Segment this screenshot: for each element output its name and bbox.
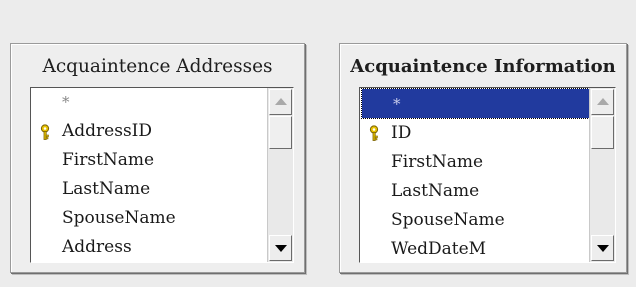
field-label: FirstName — [62, 150, 155, 170]
field-item-weddatem[interactable]: WedDateM — [360, 234, 589, 262]
field-item-firstname[interactable]: FirstName — [31, 146, 267, 175]
scroll-up-button[interactable] — [591, 89, 614, 115]
field-label: WedDateM — [391, 239, 487, 259]
field-item-lastname[interactable]: LastName — [31, 175, 267, 204]
arrow-up-icon — [275, 98, 287, 105]
key-icon — [40, 124, 50, 140]
field-label: Address — [62, 237, 132, 257]
field-label: FirstName — [391, 152, 484, 172]
field-list-box[interactable]: * ID FirstName LastName SpouseName WedDa… — [359, 87, 616, 263]
arrow-down-icon — [597, 245, 609, 252]
field-item-all[interactable]: * — [361, 88, 590, 119]
table-window-acquaintence-information[interactable]: Acquaintence Information * ID FirstName … — [339, 43, 627, 273]
scroll-thumb[interactable] — [591, 116, 614, 149]
arrow-down-icon — [275, 245, 287, 252]
vertical-scrollbar[interactable] — [589, 88, 615, 262]
field-item-spousename[interactable]: SpouseName — [31, 204, 267, 233]
field-list-box[interactable]: * AddressID FirstName LastName SpouseNam… — [30, 87, 294, 263]
field-item-address[interactable]: Address — [31, 233, 267, 262]
field-item-all[interactable]: * — [31, 88, 267, 117]
field-label: SpouseName — [391, 210, 505, 230]
field-label: LastName — [391, 181, 480, 201]
field-label: ID — [391, 123, 412, 143]
field-list: * ID FirstName LastName SpouseName WedDa… — [360, 88, 590, 262]
field-item-addressid[interactable]: AddressID — [31, 117, 267, 146]
field-label: LastName — [62, 179, 151, 199]
field-label: SpouseName — [62, 208, 176, 228]
field-item-id[interactable]: ID — [360, 118, 589, 147]
scroll-thumb[interactable] — [269, 116, 292, 149]
field-item-lastname[interactable]: LastName — [360, 176, 589, 205]
field-list: * AddressID FirstName LastName SpouseNam… — [31, 88, 267, 262]
scroll-up-button[interactable] — [269, 89, 292, 115]
arrow-up-icon — [597, 98, 609, 105]
field-label: AddressID — [62, 121, 153, 141]
field-item-firstname[interactable]: FirstName — [360, 147, 589, 176]
field-item-spousename[interactable]: SpouseName — [360, 205, 589, 234]
scroll-down-button[interactable] — [269, 235, 292, 261]
table-window-acquaintence-addresses[interactable]: Acquaintence Addresses * AddressID First… — [10, 43, 305, 273]
key-icon — [369, 125, 379, 141]
table-window-title[interactable]: Acquaintence Information — [340, 52, 626, 82]
scroll-down-button[interactable] — [591, 235, 614, 261]
table-window-title[interactable]: Acquaintence Addresses — [11, 52, 304, 82]
vertical-scrollbar[interactable] — [267, 88, 293, 262]
